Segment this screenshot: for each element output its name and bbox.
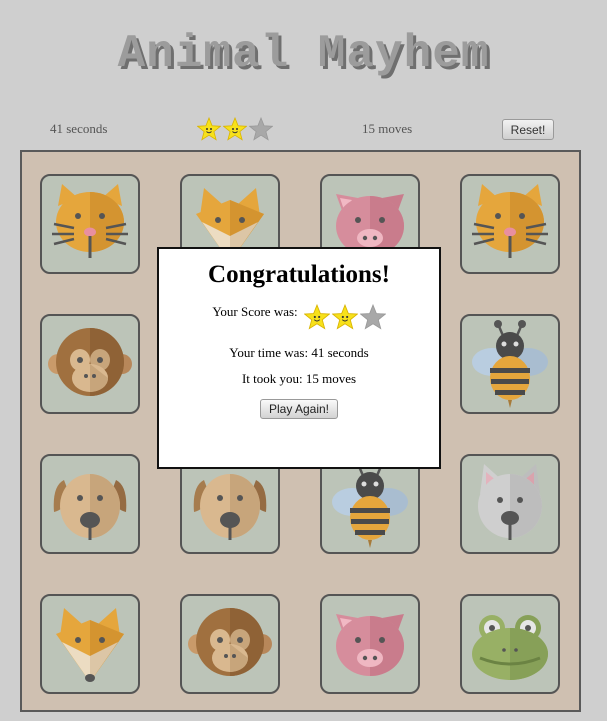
score-row: Your Score was: xyxy=(159,301,439,334)
dog-icon xyxy=(193,474,267,540)
bee-icon xyxy=(332,460,408,548)
congratulations-modal: Congratulations! Your Score was: Your ti… xyxy=(157,247,441,469)
wolf-icon xyxy=(478,464,542,540)
star-filled-icon xyxy=(196,116,222,146)
bee-icon xyxy=(472,320,548,408)
timer-display: 41 seconds xyxy=(50,121,108,136)
time-result: Your time was: 41 seconds xyxy=(229,345,369,360)
monkey-icon xyxy=(48,328,132,396)
monkey-icon xyxy=(188,608,272,676)
card[interactable] xyxy=(460,454,560,554)
modal-title: Congratulations! xyxy=(208,261,390,288)
star-empty-icon xyxy=(359,303,387,334)
card[interactable] xyxy=(460,594,560,694)
card[interactable] xyxy=(180,594,280,694)
card[interactable] xyxy=(40,594,140,694)
star-filled-icon xyxy=(222,116,248,146)
reset-button[interactable]: Reset! xyxy=(502,119,554,140)
game-title: Animal Mayhem xyxy=(117,28,490,80)
star-filled-icon xyxy=(331,303,359,334)
card[interactable] xyxy=(460,174,560,274)
fox-icon xyxy=(56,608,124,682)
card[interactable] xyxy=(40,454,140,554)
dog-icon xyxy=(53,474,127,540)
moves-counter: 15 moves xyxy=(362,121,413,136)
score-label: Your Score was: xyxy=(212,304,298,319)
card[interactable] xyxy=(460,314,560,414)
cat-icon xyxy=(52,184,128,258)
card[interactable] xyxy=(180,454,280,554)
star-rating xyxy=(196,116,274,146)
card[interactable] xyxy=(40,314,140,414)
cat-icon xyxy=(472,184,548,258)
modal-star-rating xyxy=(303,301,387,334)
card[interactable] xyxy=(320,594,420,694)
pig-icon xyxy=(336,614,404,676)
star-empty-icon xyxy=(248,116,274,146)
play-again-button[interactable]: Play Again! xyxy=(259,399,339,419)
frog-icon xyxy=(472,615,548,680)
moves-result: It took you: 15 moves xyxy=(241,371,357,386)
card[interactable] xyxy=(40,174,140,274)
card[interactable] xyxy=(320,454,420,554)
star-filled-icon xyxy=(303,303,331,334)
